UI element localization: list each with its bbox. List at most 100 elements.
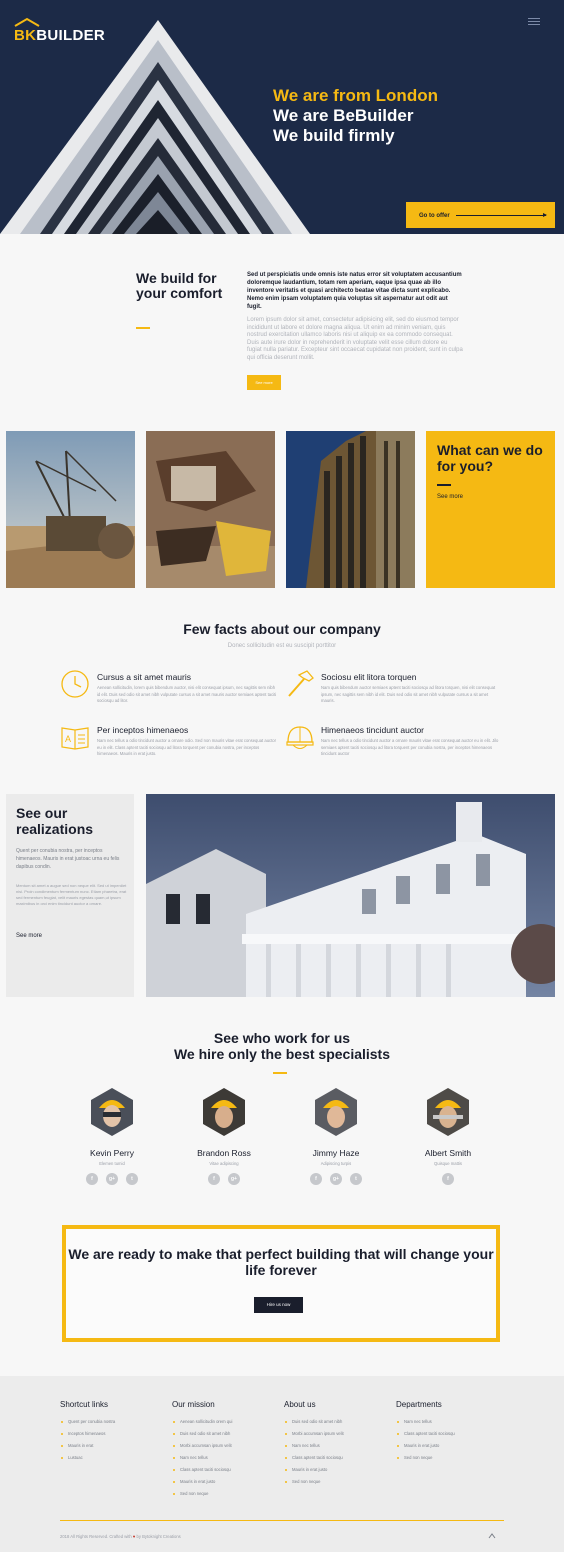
- facebook-icon[interactable]: f: [310, 1173, 322, 1185]
- logo-word: BUILDER: [36, 27, 106, 44]
- cta-title: We are ready to make that perfect buildi…: [68, 1246, 494, 1278]
- team-title: See who work for us We hire only the bes…: [0, 1030, 564, 1062]
- google-plus-icon[interactable]: g+: [106, 1173, 118, 1185]
- footer-link[interactable]: Duis sed odio sit amet nibh: [284, 1416, 388, 1428]
- fact-title-4: Himenaeos tincidunt auctor: [321, 725, 425, 735]
- footer-link[interactable]: Sed non neque: [396, 1452, 500, 1464]
- member-role: Vitae adipiscing: [209, 1161, 239, 1166]
- realizations-see-more-link[interactable]: See more: [16, 933, 42, 939]
- copyright-text: 2018 All Rights Reserved. Crafted with: [60, 1534, 132, 1539]
- footer-link[interactable]: Duis sed odio sit amet nibh: [172, 1428, 276, 1440]
- member-role: Quisque mattis: [434, 1161, 462, 1166]
- realizations-text-1: Quent per conubia nostra, per inceptos h…: [16, 848, 120, 870]
- fact-title-1: Cursus a sit amet mauris: [97, 672, 191, 682]
- clock-icon: [61, 670, 89, 698]
- white-house-photo: [146, 794, 555, 997]
- footer-column-title: Shortcut links: [60, 1400, 109, 1409]
- member-name: Jimmy Haze: [312, 1148, 360, 1158]
- intro-accent-bar: [136, 327, 150, 329]
- intro-bold-text: Sed ut perspiciatis unde omnis iste natu…: [247, 272, 462, 310]
- logo-roof-icon: [14, 17, 40, 27]
- avatar: [315, 1088, 357, 1136]
- footer-link[interactable]: Quent per conubia nostra: [60, 1416, 164, 1428]
- realizations-title: See our realizations: [16, 805, 94, 837]
- footer: Shortcut links Quent per conubia nostra …: [0, 1376, 564, 1552]
- avatar: [203, 1088, 245, 1136]
- services-see-more-link[interactable]: See more: [437, 494, 463, 500]
- footer-link[interactable]: Sed non neque: [172, 1488, 276, 1500]
- avatar: [91, 1088, 133, 1136]
- footer-divider: [60, 1520, 504, 1521]
- footer-link[interactable]: Mauris in erat justo: [396, 1440, 500, 1452]
- member-role: Elemen tumid: [99, 1161, 125, 1166]
- go-to-offer-button[interactable]: Go to offer: [406, 202, 555, 228]
- footer-link[interactable]: Morbi accumsan ipsum velit: [284, 1428, 388, 1440]
- fact-text-1: Aenean sollicitudin, lorem quis bibendum…: [97, 685, 277, 703]
- member-role: Adipiscing turpis: [320, 1161, 352, 1166]
- footer-link[interactable]: Mauris in erat: [60, 1440, 164, 1452]
- copyright: 2018 All Rights Reserved. Crafted with ♥…: [60, 1534, 181, 1539]
- fact-text-4: Nam nec tellus a odio tincidunt auctor a…: [321, 738, 499, 756]
- copyright-author: by Bytoknight Creations: [136, 1534, 181, 1539]
- footer-link[interactable]: Nam nec tellus: [284, 1440, 388, 1452]
- services-title: What can we do for you?: [437, 442, 543, 474]
- facebook-icon[interactable]: f: [442, 1173, 454, 1185]
- realizations-box: See our realizations Quent per conubia n…: [6, 794, 134, 997]
- avatar: [427, 1088, 469, 1136]
- twitter-icon[interactable]: t: [126, 1173, 138, 1185]
- hire-us-button[interactable]: Hire us now: [254, 1297, 303, 1313]
- google-plus-icon[interactable]: g+: [228, 1173, 240, 1185]
- fact-title-2: Sociosu elit litora torquen: [321, 672, 417, 682]
- member-name: Brandon Ross: [197, 1148, 251, 1158]
- hero-section: BKBUILDER We are from London We are BeBu…: [0, 0, 564, 234]
- footer-column: Our mission Aenean sollicitudin orem qui…: [172, 1400, 276, 1500]
- intro-see-more-button[interactable]: See more: [247, 375, 281, 390]
- intro-light-text: Lorem ipsum dolor sit amet, consectetur …: [247, 317, 463, 361]
- go-to-offer-label: Go to offer: [419, 213, 450, 219]
- heart-icon: ♥: [132, 1534, 136, 1539]
- helmet-icon: [286, 726, 314, 749]
- book-icon: A: [61, 727, 89, 750]
- footer-column-title: Departments: [396, 1400, 442, 1409]
- logo-mark: BK: [14, 27, 37, 44]
- member-name: Albert Smith: [424, 1148, 472, 1158]
- footer-link[interactable]: Nam nec tellus: [396, 1416, 500, 1428]
- menu-icon[interactable]: [528, 18, 540, 26]
- google-plus-icon[interactable]: g+: [330, 1173, 342, 1185]
- hammer-icon: [288, 670, 314, 697]
- facebook-icon[interactable]: f: [208, 1173, 220, 1185]
- footer-link[interactable]: Mauris in erat justo: [284, 1464, 388, 1476]
- twitter-icon[interactable]: t: [350, 1173, 362, 1185]
- footer-link[interactable]: Morbi accumsan ipsum velit: [172, 1440, 276, 1452]
- chevron-up-icon[interactable]: [488, 1532, 496, 1540]
- footer-link[interactable]: Inceptos himenaeos: [60, 1428, 164, 1440]
- team-accent-bar: [273, 1072, 287, 1074]
- footer-link[interactable]: Class aptent taciti sociosqu: [284, 1452, 388, 1464]
- footer-link[interactable]: Class aptent taciti sociosqu: [396, 1428, 500, 1440]
- member-name: Kevin Perry: [90, 1148, 134, 1158]
- footer-link[interactable]: Aenean sollicitudin orem qui: [172, 1416, 276, 1428]
- footer-link[interactable]: Lustuac: [60, 1452, 164, 1464]
- team-member-card: Brandon Ross Vitae adipiscing f g+: [176, 1088, 272, 1185]
- footer-column-title: Our mission: [172, 1400, 215, 1409]
- footer-link[interactable]: Mauris in erat justo: [172, 1476, 276, 1488]
- footer-link[interactable]: Class aptent taciti sociosqu: [172, 1464, 276, 1476]
- team-title-line-2: We hire only the best specialists: [173, 1046, 391, 1062]
- excavator-photo: [146, 431, 275, 588]
- fact-text-3: Nam nec tellus a odio tincidunt auctor a…: [97, 738, 277, 756]
- intro-title: We build for your comfort: [136, 270, 223, 301]
- hero-headline: We are from London We are BeBuilder We b…: [273, 86, 438, 146]
- footer-link[interactable]: Nam nec tellus: [172, 1452, 276, 1464]
- tower-building-photo: [286, 431, 415, 588]
- mining-excavator-photo: [6, 431, 135, 588]
- site-logo[interactable]: BKBUILDER: [14, 27, 105, 44]
- facts-title: Few facts about our company: [183, 621, 381, 637]
- fact-text-2: Nam quis bibendum auctor semiaes aptent …: [321, 685, 496, 703]
- svg-text:A: A: [65, 734, 71, 744]
- realizations-text-2: Mentum sit amet a augue sed non neque el…: [16, 883, 127, 906]
- facebook-icon[interactable]: f: [86, 1173, 98, 1185]
- hero-line-1: We are from London: [273, 86, 438, 105]
- footer-link[interactable]: Sed non neque: [284, 1476, 388, 1488]
- fact-title-3: Per inceptos himenaeos: [97, 725, 189, 735]
- team-member-card: Albert Smith Quisque mattis f: [400, 1088, 496, 1185]
